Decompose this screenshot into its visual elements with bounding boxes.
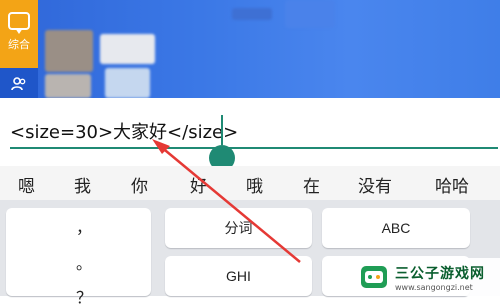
watermark-logo-icon (359, 262, 389, 292)
candidate-word[interactable]: 在 (303, 172, 320, 197)
blurred-avatar (45, 30, 93, 72)
people-icon (11, 76, 27, 96)
input-underline (10, 147, 498, 149)
candidate-word[interactable]: 你 (131, 172, 148, 197)
punctuation-column[interactable]: ， 。 ？ (6, 208, 151, 307)
chat-background (0, 0, 500, 98)
punctuation-question[interactable]: ？ (76, 284, 92, 308)
punctuation-period[interactable]: 。 (76, 250, 92, 274)
punctuation-comma[interactable]: ， (76, 214, 92, 238)
sidebar-item-people[interactable] (0, 70, 38, 98)
candidate-word[interactable]: 没有 (358, 172, 392, 197)
candidate-bar: 嗯 我 你 好 哦 在 没有 哈哈 (0, 166, 500, 200)
watermark-url: www.sangongzi.net (395, 282, 473, 292)
message-input[interactable]: <size=30>大家好</size> (10, 118, 238, 144)
sidebar-item-label: 综合 (8, 38, 30, 51)
blurred-message-bubble (105, 68, 150, 98)
watermark-title: 三公子游戏网 (395, 265, 485, 282)
sidebar-item-general[interactable]: 综合 (0, 0, 38, 68)
key-abc[interactable]: ABC (322, 208, 470, 248)
message-input-area: <size=30>大家好</size> (0, 98, 500, 158)
candidate-word[interactable]: 哦 (246, 172, 263, 197)
blurred-header-decoration (285, 0, 335, 28)
candidate-word[interactable]: 嗯 (18, 172, 35, 197)
key-ghi[interactable]: GHI (165, 256, 312, 296)
text-caret (221, 115, 223, 145)
blurred-message-bubble (100, 34, 155, 64)
candidate-word[interactable]: 我 (74, 172, 91, 197)
key-segment[interactable]: 分词 (165, 208, 312, 248)
candidate-word[interactable]: 好 (190, 172, 207, 197)
candidate-word[interactable]: 哈哈 (435, 172, 469, 197)
blurred-header-title (232, 8, 272, 20)
sidebar: 综合 (0, 0, 38, 98)
watermark: 三公子游戏网 www.sangongzi.net (355, 258, 500, 296)
chat-icon (8, 12, 30, 34)
blurred-avatar (45, 74, 91, 98)
